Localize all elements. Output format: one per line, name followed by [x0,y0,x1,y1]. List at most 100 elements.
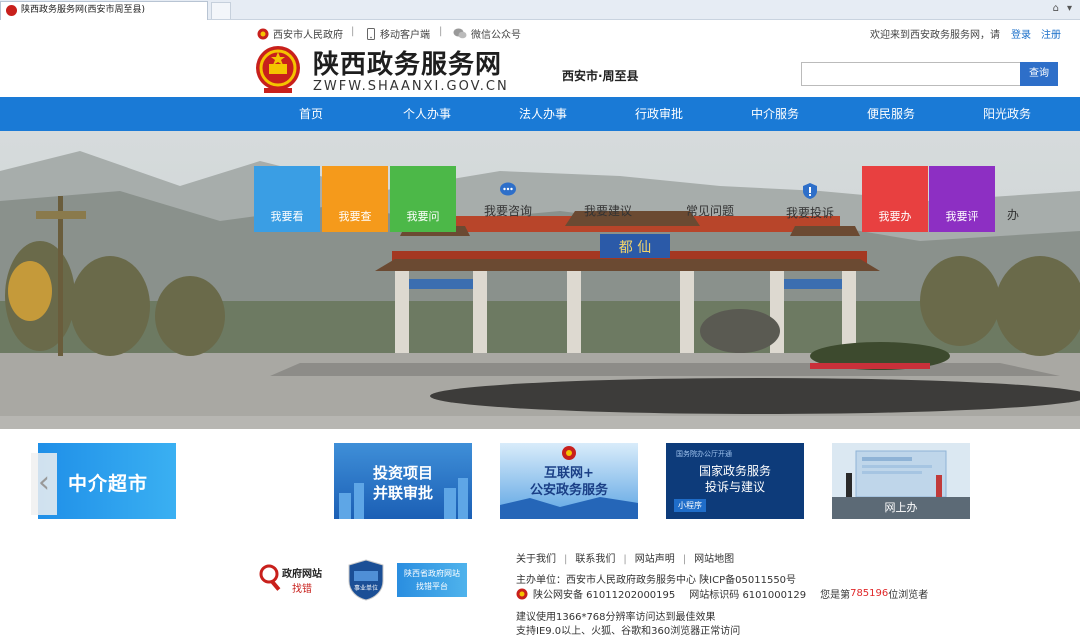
police-record-text[interactable]: 陕公网安备 61011202000195 [533,586,675,601]
error-badge-line1: 政府网站 [282,569,322,580]
promo-investment-line1: 投资项目 [372,464,433,482]
nav-item-legal-person[interactable]: 法人办事 [497,97,589,131]
item-complain-label: 我要投诉 [785,206,834,220]
site-title: 陕西政务服务网 [313,50,503,80]
shield-badge-icon [348,559,384,601]
browser-tab-bar: 陕西政务服务网(西安市周至县) ⌂ ▾ [0,0,1080,20]
welcome-text: 欢迎来到西安政务服务网，请 [870,30,1000,41]
promo-police-line2: 公安政务服务 [529,483,608,498]
gate-plaque-text: 都 仙 [619,240,651,256]
new-tab-button[interactable] [211,2,231,19]
dropdown-icon[interactable]: ▾ [1067,3,1072,14]
tile-handle[interactable]: 我要办 [862,166,928,232]
region-label[interactable]: 西安市·周至县 [562,67,639,84]
item-faq-label: 常见问题 [685,204,734,218]
gov-link-label: 西安市人民政府 [273,30,343,41]
topbar-separator: | [351,26,355,37]
promo-online-service[interactable]: 网上办 [832,443,970,519]
main-nav: 首页 个人办事 法人办事 行政审批 中介服务 便民服务 阳光政务 [0,97,1080,131]
home-icon[interactable]: ⌂ [1053,3,1059,14]
footer-record-row: 陕公网安备 61011202000195 网站标识码 6101000129 您是… [516,586,928,601]
promo-investment-line2: 并联审批 [372,484,433,502]
tile-ask[interactable]: 我要问 [390,166,456,232]
chat-bubble-icon [500,182,516,196]
error-badge-line2: 找错 [292,584,312,595]
promo-national-small: 国务院办公厅开通 [676,450,732,458]
mobile-client-link[interactable]: 移动客户端 [367,26,430,41]
item-faq[interactable]: 常见问题 [668,202,752,219]
promo-online-label: 网上办 [832,497,970,519]
promo-investment-approval[interactable]: 投资项目 并联审批 [334,443,472,519]
tile-handle-label: 我要办 [878,210,912,223]
promo-intermediary-text: 中介超市 [68,473,149,495]
nav-item-home[interactable]: 首页 [265,97,357,131]
wechat-link[interactable]: 微信公众号 [453,26,521,41]
tile-ask-label: 我要问 [406,210,440,223]
item-complain[interactable]: 我要投诉 [768,182,852,221]
tile-query-label: 我要查 [338,210,372,223]
visitor-suffix: 位浏览者 [888,590,929,601]
footer-link-statement[interactable]: 网站声明 [635,554,675,565]
tile-evaluate-label: 我要评 [945,210,979,223]
site-domain: ZWFW.SHAANXI.GOV.CN [313,79,509,94]
tile-evaluate[interactable]: 我要评 [929,166,995,232]
magnifier-icon [259,564,281,591]
emblem-small-icon [257,28,269,39]
carousel-prev-button[interactable]: ‹ [31,453,57,515]
footer-links: 关于我们 | 联系我们 | 网站声明 | 网站地图 [516,550,734,565]
browser-tab-title: 陕西政务服务网(西安市周至县) [21,5,146,15]
promo-police-line1: 互联网+ [544,466,594,481]
footer-link-contact[interactable]: 联系我们 [575,554,615,565]
footer-sponsor: 主办单位：西安市人民政府政务服务中心 陕ICP备05011550号 [516,575,797,586]
footer-separator: | [623,554,627,565]
footer-link-sitemap[interactable]: 网站地图 [694,554,734,565]
gov-site-error-badge[interactable]: 政府网站 找错 [258,563,328,595]
page-root: 陕西政务服务网(西安市周至县) ⌂ ▾ 西安市人民政府 | 移动客户端 | 微信… [0,0,1080,636]
footer-tip-browsers: 支持IE9.0以上、火狐、谷歌和360浏览器正常访问 [516,626,741,636]
tile-view-label: 我要看 [270,210,304,223]
footer-link-about[interactable]: 关于我们 [516,554,556,565]
police-record-icon [516,588,528,599]
gov-link[interactable]: 西安市人民政府 [257,26,343,41]
tile-overflow-label[interactable]: 办 [1007,206,1019,223]
search-button[interactable]: 查询 [1020,62,1058,86]
topbar-separator: | [439,26,443,37]
public-institution-badge[interactable]: 事业单位 [348,559,384,601]
platform-badge-line2: 找错平台 [416,582,448,591]
mobile-client-label: 移动客户端 [380,30,430,41]
promo-police-services[interactable]: 互联网+ 公安政务服务 [500,443,638,519]
item-consult-label: 我要咨询 [483,204,532,218]
error-platform-badge[interactable]: 陕西省政府网站 找错平台 [397,563,467,597]
nav-item-intermediary[interactable]: 中介服务 [729,97,821,131]
shield-alert-icon [803,183,817,199]
visitor-count: 785196 [850,588,889,599]
national-emblem-icon [256,46,300,93]
browser-tab[interactable]: 陕西政务服务网(西安市周至县) [0,1,208,20]
tile-view[interactable]: 我要看 [254,166,320,232]
nav-item-open-government[interactable]: 阳光政务 [961,97,1053,131]
mobile-phone-icon [367,27,375,40]
wechat-label: 微信公众号 [471,30,521,41]
emblem-favicon-icon [6,5,17,16]
promo-national-complaint[interactable]: 国务院办公厅开通 国家政务服务 投诉与建议 小程序 [666,443,804,519]
browser-toolbar-icons: ⌂ ▾ [1053,3,1072,14]
promo-national-line2: 投诉与建议 [704,480,765,494]
wechat-icon [453,28,467,39]
tile-query[interactable]: 我要查 [322,166,388,232]
register-link[interactable]: 注册 [1041,26,1061,41]
item-suggest[interactable]: 我要建议 [566,202,650,219]
search-input[interactable] [801,62,1021,86]
promo-intermediary-market[interactable]: 中介超市 [38,443,176,519]
promo-national-badge: 小程序 [674,499,706,512]
footer-separator: | [564,554,568,565]
site-id-text: 网站标识码 6101000129 [689,590,807,601]
platform-badge-line1: 陕西省政府网站 [404,569,460,578]
nav-item-convenience[interactable]: 便民服务 [845,97,937,131]
item-consult[interactable]: 我要咨询 [466,182,550,219]
promo-national-line1: 国家政务服务 [698,464,771,478]
login-link[interactable]: 登录 [1011,26,1031,41]
footer-separator: | [682,554,687,565]
nav-item-personal[interactable]: 个人办事 [381,97,473,131]
nav-item-approval[interactable]: 行政审批 [613,97,705,131]
footer-tip-resolution: 建议使用1366*768分辨率访问达到最佳效果 [516,612,716,623]
